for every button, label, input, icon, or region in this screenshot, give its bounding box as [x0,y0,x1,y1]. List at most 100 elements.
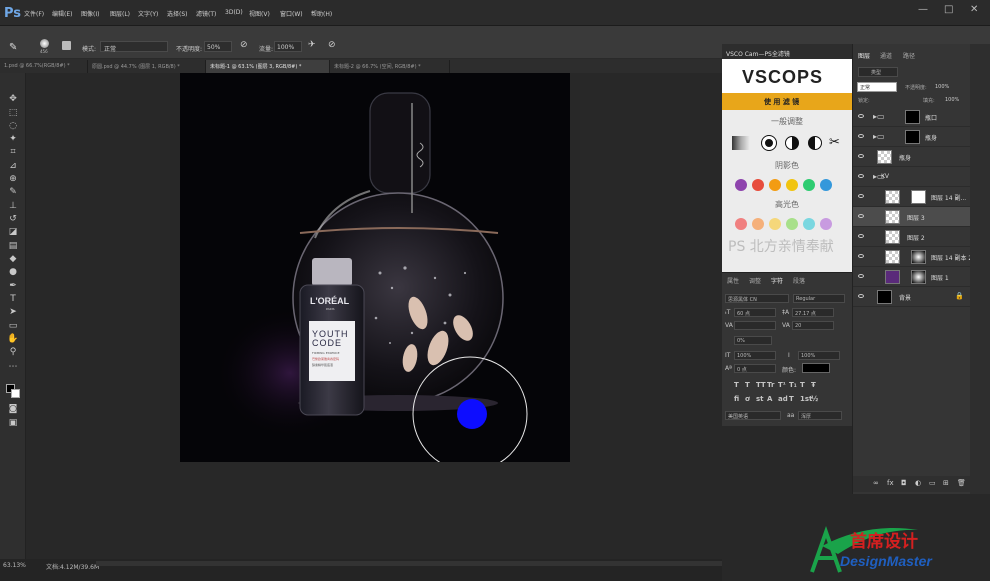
contrast-button[interactable] [761,135,777,151]
airbrush-icon[interactable]: ✈ [308,40,316,50]
maximize-button[interactable]: □ [944,4,953,15]
opentype-button-4[interactable]: A [767,395,772,403]
horizontal-scrollbar[interactable] [96,561,722,566]
menu-select[interactable]: 选择(S) [167,9,188,18]
layer-row[interactable]: 图层 3 [853,207,970,227]
highlight-color-swatch-4[interactable] [786,218,798,230]
shadow-color-swatch-6[interactable] [820,179,832,191]
font-size-input[interactable]: 60 点 [734,308,776,317]
exposure-button[interactable] [785,136,799,150]
background-color-swatch[interactable] [11,389,20,398]
opentype-button-5[interactable]: ad [778,395,788,403]
menu-edit[interactable]: 编辑(E) [52,9,72,18]
eyedropper-tool-icon[interactable]: ⊿ [7,160,19,172]
eye-icon[interactable] [858,154,864,158]
tab-character[interactable]: 字符 [771,276,783,285]
menu-help[interactable]: 帮助(H) [311,9,332,18]
opentype-button-1[interactable]: fi [734,395,739,403]
more-tools-icon[interactable]: ⋯ [7,361,19,373]
menu-image[interactable]: 图像(I) [81,9,99,18]
healing-tool-icon[interactable]: ⊕ [7,173,19,185]
layer-opacity-value[interactable]: 100% [935,84,949,90]
tab-paragraph[interactable]: 段落 [793,276,805,285]
use-filter-button[interactable]: 使 用 滤 镜 [722,93,852,110]
tools-icon[interactable]: ✂ [829,135,840,150]
folder-icon[interactable]: ▸▭ [873,112,885,121]
tab-layers[interactable]: 图层 [858,51,870,60]
tab-doc-1[interactable]: 1.psd @ 66.7%(RGB/8#) * [0,60,88,73]
font-style-select[interactable]: Regular [793,294,845,303]
eye-icon[interactable] [858,194,864,198]
mode-select[interactable]: 正常 [100,41,168,53]
hand-tool-icon[interactable]: ✋ [7,333,19,345]
menu-file[interactable]: 文件(F) [24,9,44,18]
lasso-tool-icon[interactable]: ◌ [7,120,19,132]
link-icon[interactable]: ∞ [873,479,879,487]
fill-value[interactable]: 100% [945,97,959,103]
pressure-opacity-icon[interactable]: ⊘ [240,40,248,50]
stamp-tool-icon[interactable]: ⊥ [7,200,19,212]
layer-row[interactable]: 背景 🔒 [853,287,970,307]
shadow-color-swatch-1[interactable] [735,179,747,191]
type-style-button-8[interactable]: Ŧ [811,381,816,389]
tab-channels[interactable]: 通道 [880,51,892,60]
eye-icon[interactable] [858,254,864,258]
type-style-button-2[interactable]: T [745,381,750,389]
type-style-button-5[interactable]: T¹ [778,381,786,389]
shadow-button[interactable] [808,136,822,150]
highlight-color-swatch-5[interactable] [803,218,815,230]
layer-row[interactable]: ▸▭ KV [853,167,970,187]
menu-layer[interactable]: 图层(L) [110,9,130,18]
mask-icon[interactable]: ◘ [901,479,907,487]
close-button[interactable]: ✕ [970,4,978,15]
leading-input[interactable]: 27.17 点 [792,308,834,317]
gradient-filter-button[interactable] [732,136,750,150]
text-color-swatch[interactable] [802,363,830,373]
tab-properties[interactable]: 属性 [727,276,739,285]
zoom-level[interactable]: 63.13% [3,562,26,569]
gradient-tool-icon[interactable]: ▤ [7,240,19,252]
eye-icon[interactable] [858,214,864,218]
opentype-button-3[interactable]: st [756,395,764,403]
brush-panel-icon[interactable] [62,41,71,50]
font-family-select[interactable]: 思源黑体 CN [725,294,789,303]
layer-row[interactable]: 图层 14 副本 2 [853,247,972,267]
pen-tool-icon[interactable]: ✒ [7,280,19,292]
text-tool-icon[interactable]: T [7,293,19,305]
adjust-icon[interactable]: ◐ [915,479,921,487]
highlight-color-swatch-1[interactable] [735,218,747,230]
kerning-input[interactable] [734,321,776,330]
new-layer-icon[interactable]: ⊞ [943,479,949,487]
shadow-color-swatch-3[interactable] [769,179,781,191]
highlight-color-swatch-6[interactable] [820,218,832,230]
type-style-button-1[interactable]: T [734,381,739,389]
tab-doc-3[interactable]: 未标题-1 @ 63.1% (图层 3, RGB/8#) * [206,60,330,73]
shape-tool-icon[interactable]: ▭ [7,320,19,332]
brush-tool-icon[interactable]: ✎ [7,186,19,198]
quick-mask-icon[interactable]: ◙ [7,403,19,415]
eye-icon[interactable] [858,234,864,238]
tracking-input[interactable]: 20 [792,321,834,330]
tab-doc-4[interactable]: 未标题-2 @ 66.7% (空间, RGB/8#) * [330,60,450,73]
shadow-color-swatch-5[interactable] [803,179,815,191]
shadow-color-swatch-2[interactable] [752,179,764,191]
menu-type[interactable]: 文字(Y) [138,9,158,18]
shadow-color-swatch-4[interactable] [786,179,798,191]
layer-row[interactable]: 图层 2 [853,227,970,247]
type-style-button-6[interactable]: T₁ [789,381,797,389]
blend-mode-select[interactable]: 正常 [857,82,897,92]
marquee-tool-icon[interactable]: ⬚ [7,107,19,119]
highlight-color-swatch-3[interactable] [769,218,781,230]
antialias-select[interactable]: 浑厚 [798,411,842,420]
kind-filter-select[interactable]: 类型 [858,67,898,77]
document-canvas[interactable]: L'ORÉAL PARIS YOUTH CODE FIRMING ESSENCE… [180,73,570,462]
menu-filter[interactable]: 滤镜(T) [196,9,216,18]
dodge-tool-icon[interactable]: ● [7,266,19,278]
eraser-tool-icon[interactable]: ◪ [7,226,19,238]
highlight-color-swatch-2[interactable] [752,218,764,230]
baseline-input[interactable]: 0 点 [734,364,776,373]
move-tool-icon[interactable]: ✥ [7,93,19,105]
magic-wand-icon[interactable]: ✦ [7,133,19,145]
flow-input[interactable]: 100% [274,41,302,52]
brush-tool-icon[interactable]: ✎ [9,42,17,53]
